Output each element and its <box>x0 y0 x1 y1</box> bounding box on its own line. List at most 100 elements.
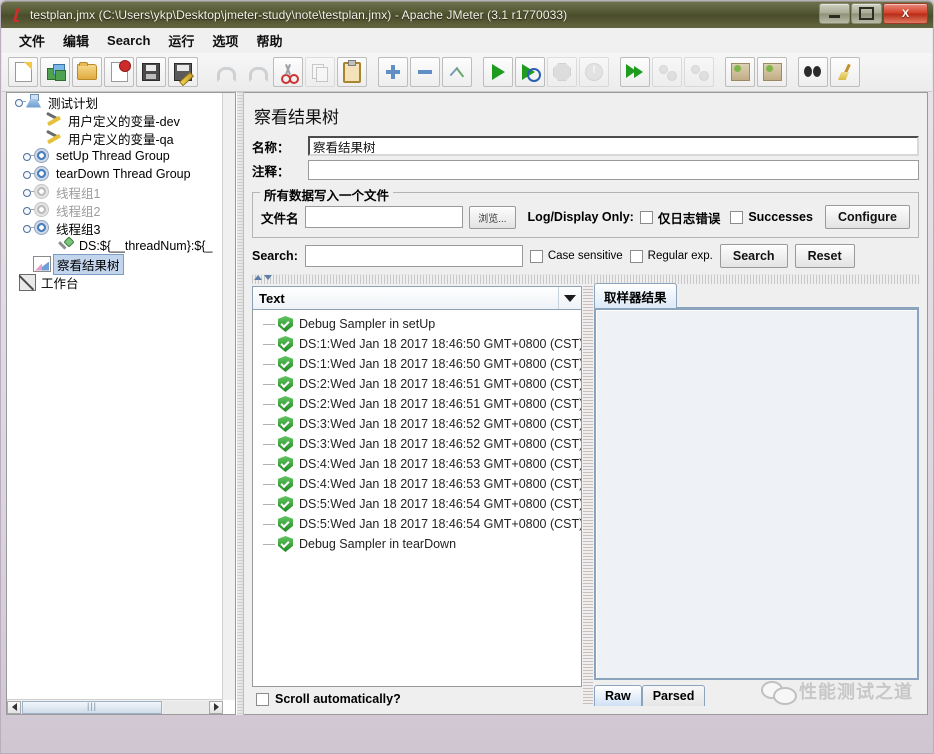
folder-open-icon <box>77 62 97 80</box>
successes-checkbox[interactable] <box>730 210 744 224</box>
list-item[interactable]: DS:3:Wed Jan 18 2017 18:46:52 GMT+0800 (… <box>253 414 581 434</box>
menu-help[interactable]: 帮助 <box>247 28 291 53</box>
scroll-automatically-wrap[interactable]: Scroll automatically? <box>252 687 582 706</box>
tab-parsed[interactable]: Parsed <box>641 685 706 706</box>
list-item[interactable]: Debug Sampler in tearDown <box>253 534 581 554</box>
undo-button[interactable] <box>209 57 239 87</box>
list-item[interactable]: DS:1:Wed Jan 18 2017 18:46:50 GMT+0800 (… <box>253 334 581 354</box>
close-button[interactable]: X <box>883 3 928 24</box>
start-remote-all-button[interactable] <box>620 57 650 87</box>
stop-button[interactable] <box>547 57 577 87</box>
tab-sampler-result[interactable]: 取样器结果 <box>594 283 677 308</box>
chevron-down-icon[interactable] <box>558 287 581 309</box>
name-input[interactable]: 察看结果树 <box>308 136 919 156</box>
list-item[interactable]: DS:1:Wed Jan 18 2017 18:46:50 GMT+0800 (… <box>253 354 581 374</box>
clear-button[interactable] <box>725 57 755 87</box>
maximize-button[interactable] <box>851 3 882 24</box>
scroll-thumb[interactable] <box>22 700 162 714</box>
menu-edit[interactable]: 编辑 <box>54 28 98 53</box>
clear-all-button[interactable] <box>757 57 787 87</box>
tree-node-user-defined-variables-qa[interactable]: 用户定义的变量-qa <box>7 129 223 147</box>
start-button[interactable] <box>483 57 513 87</box>
filename-input[interactable] <box>304 206 464 228</box>
close-plan-button[interactable] <box>104 57 134 87</box>
tree-horizontal-scrollbar[interactable] <box>7 699 223 714</box>
shutdown-button[interactable] <box>579 57 609 87</box>
tree-node-debug-sampler[interactable]: DS:${__threadNum}:${_ <box>7 237 223 255</box>
tree-expander-icon[interactable] <box>21 183 34 201</box>
templates-button[interactable] <box>40 57 70 87</box>
save-button[interactable] <box>136 57 166 87</box>
redo-button[interactable] <box>241 57 271 87</box>
tree-node-thread-group-2[interactable]: 线程组2 <box>7 201 223 219</box>
tree-vertical-scrollbar[interactable] <box>222 93 235 700</box>
search-input[interactable] <box>304 245 523 267</box>
tree-expander-icon[interactable] <box>13 93 26 111</box>
stop-remote-all-button[interactable] <box>652 57 682 87</box>
comment-input[interactable] <box>308 160 919 180</box>
tree-node-thread-group-3[interactable]: 线程组3 <box>7 219 223 237</box>
tree-node-thread-group-1[interactable]: 线程组1 <box>7 183 223 201</box>
toggle-button[interactable] <box>442 57 472 87</box>
list-item[interactable]: DS:2:Wed Jan 18 2017 18:46:51 GMT+0800 (… <box>253 374 581 394</box>
tree-node-view-results-tree[interactable]: 察看结果树 <box>7 253 223 275</box>
results-tree-list[interactable]: Debug Sampler in setUp DS:1:Wed Jan 18 2… <box>252 310 582 687</box>
search-button[interactable] <box>798 57 828 87</box>
tree-expander-icon[interactable] <box>21 219 34 237</box>
menu-search[interactable]: Search <box>98 30 159 51</box>
tree-node-setup-thread-group[interactable]: setUp Thread Group <box>7 147 223 165</box>
new-test-plan-button[interactable] <box>8 57 38 87</box>
list-item[interactable]: DS:4:Wed Jan 18 2017 18:46:53 GMT+0800 (… <box>253 454 581 474</box>
tab-raw[interactable]: Raw <box>594 685 642 706</box>
results-horizontal-splitter[interactable] <box>252 274 919 284</box>
shutdown-remote-all-button[interactable] <box>684 57 714 87</box>
menu-file[interactable]: 文件 <box>10 28 54 53</box>
reset-button[interactable]: Reset <box>794 244 855 268</box>
scroll-automatically-checkbox[interactable] <box>256 692 269 706</box>
minimize-button[interactable] <box>819 3 850 24</box>
open-button[interactable] <box>72 57 102 87</box>
configure-button[interactable]: Configure <box>824 205 910 229</box>
scroll-left-button[interactable] <box>7 700 21 714</box>
reset-search-button[interactable] <box>830 57 860 87</box>
list-item[interactable]: DS:2:Wed Jan 18 2017 18:46:51 GMT+0800 (… <box>253 394 581 414</box>
test-plan-tree[interactable]: 测试计划 用户定义的变量-dev 用户定义的变量-qa setUp Thread… <box>7 93 223 700</box>
regular-exp-checkbox[interactable] <box>629 249 643 263</box>
errors-checkbox-wrap[interactable]: 仅日志错误 <box>639 208 720 227</box>
errors-checkbox[interactable] <box>639 210 653 224</box>
save-as-button[interactable] <box>168 57 198 87</box>
expand-all-button[interactable] <box>378 57 408 87</box>
list-item[interactable]: DS:5:Wed Jan 18 2017 18:46:54 GMT+0800 (… <box>253 494 581 514</box>
tree-expander-icon[interactable] <box>21 201 34 219</box>
tree-node-workbench[interactable]: 工作台 <box>7 273 223 291</box>
tree-expander-icon[interactable] <box>21 147 34 165</box>
regular-exp-wrap[interactable]: Regular exp. <box>629 249 713 263</box>
copy-button[interactable] <box>305 57 335 87</box>
list-item[interactable]: DS:3:Wed Jan 18 2017 18:46:52 GMT+0800 (… <box>253 434 581 454</box>
list-item[interactable]: DS:4:Wed Jan 18 2017 18:46:53 GMT+0800 (… <box>253 474 581 494</box>
case-sensitive-checkbox[interactable] <box>529 249 543 263</box>
view-results-tree-icon <box>33 255 51 273</box>
case-sensitive-wrap[interactable]: Case sensitive <box>529 249 623 263</box>
main-vertical-splitter[interactable] <box>236 92 244 715</box>
tree-node-test-plan[interactable]: 测试计划 <box>7 93 223 111</box>
paste-button[interactable] <box>337 57 367 87</box>
collapse-all-button[interactable] <box>410 57 440 87</box>
cut-button[interactable] <box>273 57 303 87</box>
browse-button[interactable]: 浏览... <box>469 205 516 229</box>
results-vertical-splitter[interactable] <box>583 286 593 706</box>
tree-expander-icon[interactable] <box>21 165 34 183</box>
menu-options[interactable]: 选项 <box>203 28 247 53</box>
start-no-pauses-button[interactable] <box>515 57 545 87</box>
menu-run[interactable]: 运行 <box>159 28 203 53</box>
scroll-track[interactable] <box>163 700 209 714</box>
renderer-select[interactable]: Text <box>252 286 582 310</box>
list-item[interactable]: DS:5:Wed Jan 18 2017 18:46:54 GMT+0800 (… <box>253 514 581 534</box>
tree-node-user-defined-variables-dev[interactable]: 用户定义的变量-dev <box>7 111 223 129</box>
tree-node-teardown-thread-group[interactable]: tearDown Thread Group <box>7 165 223 183</box>
list-item[interactable]: Debug Sampler in setUp <box>253 314 581 334</box>
sampler-result-body[interactable] <box>594 308 919 680</box>
successes-checkbox-wrap[interactable]: Successes <box>730 210 813 224</box>
scroll-right-button[interactable] <box>209 700 223 714</box>
search-submit-button[interactable]: Search <box>719 244 788 268</box>
